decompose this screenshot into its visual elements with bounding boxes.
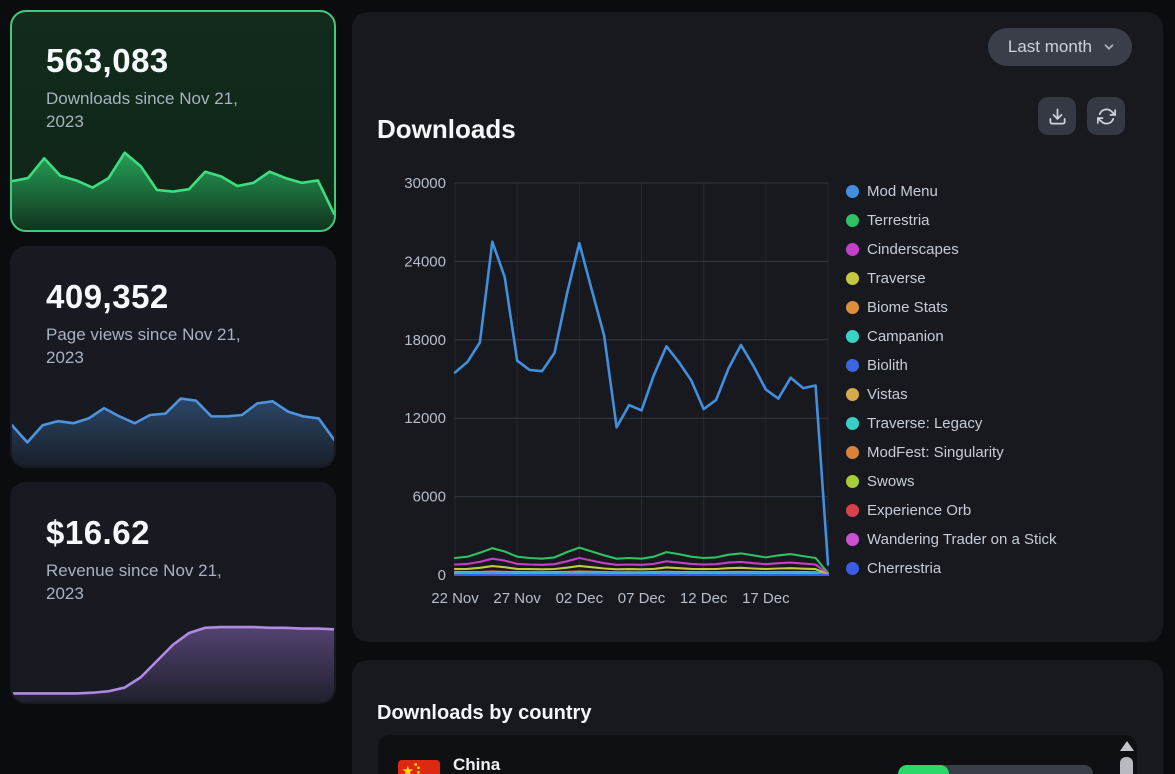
legend-dot-icon: [846, 475, 859, 488]
stat-card-downloads[interactable]: 563,083 Downloads since Nov 21, 2023: [10, 10, 336, 232]
china-flag-icon: [398, 760, 440, 774]
stat-card-page-views[interactable]: 409,352 Page views since Nov 21, 2023: [10, 246, 336, 468]
x-axis-tick-label: 07 Dec: [618, 590, 666, 607]
y-axis-tick-label: 0: [438, 567, 446, 584]
downloads-sparkline: [12, 142, 334, 230]
legend-dot-icon: [846, 272, 859, 285]
legend-item-modfest-singularity: ModFest: Singularity: [846, 438, 1057, 467]
legend-dot-icon: [846, 301, 859, 314]
country-panel-title: Downloads by country: [377, 702, 591, 725]
analytics-page: 563,083 Downloads since Nov 21, 2023 409…: [0, 0, 1175, 774]
stat-card-revenue[interactable]: $16.62 Revenue since Nov 21, 2023: [10, 482, 336, 704]
legend-dot-icon: [846, 330, 859, 343]
country-row-china: China: [378, 746, 1137, 774]
main-content: Last month Downloads: [352, 12, 1163, 774]
revenue-total: $16.62: [46, 514, 334, 552]
downloads-total: 563,083: [46, 42, 334, 80]
legend-dot-icon: [846, 504, 859, 517]
legend-label: Biolith: [867, 357, 908, 374]
legend-item-campanion: Campanion: [846, 322, 1057, 351]
legend-item-biome-stats: Biome Stats: [846, 293, 1057, 322]
time-range-label: Last month: [1008, 37, 1092, 57]
page-views-sparkline: [12, 390, 334, 466]
scrollbar-up-arrow-icon[interactable]: [1120, 741, 1134, 751]
legend-item-traverse: Traverse: [846, 264, 1057, 293]
legend-item-vistas: Vistas: [846, 380, 1057, 409]
export-chart-button[interactable]: [1038, 97, 1076, 135]
legend-item-wandering-trader-on-a-stick: Wandering Trader on a Stick: [846, 525, 1057, 554]
country-list: China: [378, 735, 1137, 774]
country-info: China: [453, 746, 500, 774]
legend-dot-icon: [846, 417, 859, 430]
revenue-sparkline: [12, 620, 334, 702]
legend-label: Traverse: Legacy: [867, 415, 982, 432]
x-axis-tick-label: 02 Dec: [556, 590, 604, 607]
x-axis-tick-label: 27 Nov: [493, 590, 541, 607]
sparkline-area: [12, 627, 334, 702]
page-views-total-label: Page views since Nov 21, 2023: [46, 324, 334, 370]
y-axis-tick-label: 24000: [404, 253, 446, 270]
legend-item-cherrestria: Cherrestria: [846, 554, 1057, 583]
refresh-icon: [1097, 107, 1116, 126]
scrollbar-thumb[interactable]: [1120, 757, 1133, 774]
legend-item-mod-menu: Mod Menu: [846, 177, 1057, 206]
legend-label: ModFest: Singularity: [867, 444, 1004, 461]
chart-legend: Mod Menu Terrestria Cinderscapes Traverse Bi…: [846, 177, 1057, 583]
legend-dot-icon: [846, 243, 859, 256]
legend-label: Cherrestria: [867, 560, 941, 577]
country-download-bar: [898, 765, 1093, 774]
legend-label: Swows: [867, 473, 915, 490]
legend-dot-icon: [846, 533, 859, 546]
chart-toolbar: [1038, 97, 1125, 135]
legend-dot-icon: [846, 562, 859, 575]
country-download-bar-fill: [898, 765, 949, 774]
chevron-down-icon: [1102, 40, 1116, 54]
legend-label: Cinderscapes: [867, 241, 959, 258]
legend-dot-icon: [846, 185, 859, 198]
y-axis-tick-label: 18000: [404, 332, 446, 349]
panel-title: Downloads: [377, 114, 516, 145]
download-icon: [1048, 107, 1067, 126]
legend-label: Biome Stats: [867, 299, 948, 316]
legend-item-swows: Swows: [846, 467, 1057, 496]
legend-label: Experience Orb: [867, 502, 971, 519]
legend-item-biolith: Biolith: [846, 351, 1057, 380]
x-axis-tick-label: 17 Dec: [742, 590, 790, 607]
legend-label: Wandering Trader on a Stick: [867, 531, 1057, 548]
legend-dot-icon: [846, 214, 859, 227]
refresh-chart-button[interactable]: [1087, 97, 1125, 135]
legend-item-cinderscapes: Cinderscapes: [846, 235, 1057, 264]
legend-label: Vistas: [867, 386, 908, 403]
country-name: China: [453, 755, 500, 774]
y-axis-tick-label: 30000: [404, 175, 446, 192]
legend-label: Mod Menu: [867, 183, 938, 200]
time-range-dropdown[interactable]: Last month: [988, 28, 1132, 66]
downloads-total-label: Downloads since Nov 21, 2023: [46, 88, 334, 134]
x-axis-tick-label: 22 Nov: [431, 590, 479, 607]
legend-label: Traverse: [867, 270, 926, 287]
revenue-total-label: Revenue since Nov 21, 2023: [46, 560, 334, 606]
legend-item-traverse-legacy: Traverse: Legacy: [846, 409, 1057, 438]
legend-item-terrestria: Terrestria: [846, 206, 1057, 235]
y-axis-tick-label: 6000: [413, 489, 446, 506]
legend-label: Terrestria: [867, 212, 930, 229]
y-axis-tick-label: 12000: [404, 410, 446, 427]
downloads-line-chart: 0 6000 12000 18000 24000 30000 22 Nov 27 Nov 02 …: [388, 168, 858, 638]
page-views-total: 409,352: [46, 278, 334, 316]
downloads-panel: Last month Downloads: [352, 12, 1163, 642]
stats-sidebar: 563,083 Downloads since Nov 21, 2023 409…: [10, 10, 336, 704]
legend-label: Campanion: [867, 328, 944, 345]
legend-item-experience-orb: Experience Orb: [846, 496, 1057, 525]
country-panel: Downloads by country C: [352, 660, 1163, 774]
x-axis-tick-label: 12 Dec: [680, 590, 728, 607]
legend-dot-icon: [846, 388, 859, 401]
country-list-scrollbar: [1119, 739, 1134, 774]
legend-dot-icon: [846, 359, 859, 372]
legend-dot-icon: [846, 446, 859, 459]
